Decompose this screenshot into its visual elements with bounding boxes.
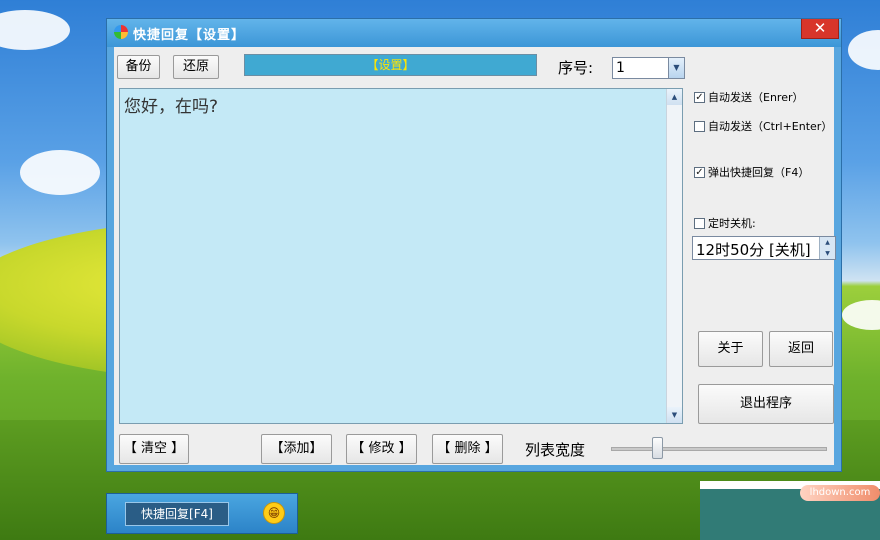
cloud: [20, 150, 100, 195]
spinner-buttons: ▲ ▼: [819, 237, 835, 259]
auto-send-ctrl-enter-checkbox[interactable]: 自动发送（Ctrl+Enter）: [694, 118, 832, 134]
timed-shutdown-label: 定时关机:: [708, 217, 756, 230]
auto-send-enter-checkbox[interactable]: ✓ 自动发送（Enrer）: [694, 89, 804, 105]
restore-button[interactable]: 还原: [173, 55, 219, 79]
seq-label: 序号:: [558, 59, 594, 77]
auto-send-ctrl-enter-label: 自动发送（Ctrl+Enter）: [708, 120, 833, 133]
window-title: 快捷回复【设置】: [133, 28, 246, 43]
quick-reply-task-button[interactable]: 快捷回复[F4]: [125, 502, 229, 526]
checkbox-checked-icon: ✓: [694, 91, 705, 103]
app-icon: [114, 25, 128, 39]
delete-button[interactable]: 【 删除 】: [432, 434, 503, 464]
add-button[interactable]: 【添加】: [261, 434, 332, 464]
cloud: [848, 30, 880, 70]
taskbar-widget: 快捷回复[F4] 😁: [106, 493, 298, 534]
scroll-up-icon[interactable]: ▲: [667, 89, 682, 105]
checkbox-checked-icon: ✓: [694, 166, 705, 178]
checkbox-unchecked-icon: [694, 217, 705, 229]
auto-send-enter-label: 自动发送（Enrer）: [708, 91, 804, 104]
close-button[interactable]: ✕: [801, 19, 839, 39]
seq-value: 1: [616, 60, 625, 76]
list-width-slider-handle[interactable]: [652, 437, 663, 459]
smiley-icon[interactable]: 😁: [263, 502, 285, 524]
popup-quick-reply-label: 弹出快捷回复（F4）: [708, 166, 810, 179]
reply-text-area[interactable]: 您好，在吗? ▲ ▼: [119, 88, 683, 424]
list-width-label: 列表宽度: [525, 441, 586, 459]
backup-button[interactable]: 备份: [117, 55, 160, 79]
watermark: lhdown.com: [700, 481, 880, 540]
quick-reply-window: 快捷回复【设置】 ✕ 备份 还原 【设置】 序号: 1 ▼ 您好，在吗? ▲ ▼…: [106, 18, 842, 472]
back-button[interactable]: 返回: [769, 331, 833, 367]
seq-select[interactable]: 1 ▼: [612, 57, 685, 79]
shutdown-time-value: 12时50分 [关机]: [696, 241, 811, 259]
chevron-down-icon[interactable]: ▼: [668, 58, 684, 78]
edit-button[interactable]: 【 修改 】: [346, 434, 417, 464]
list-width-slider-track[interactable]: [611, 447, 827, 451]
cloud: [842, 300, 880, 330]
window-client-area: 备份 还原 【设置】 序号: 1 ▼ 您好，在吗? ▲ ▼ ✓ 自动发送（Enr…: [114, 47, 836, 465]
reply-text: 您好，在吗?: [124, 97, 219, 117]
settings-banner: 【设置】: [244, 54, 537, 76]
cloud: [0, 10, 70, 50]
timed-shutdown-checkbox[interactable]: 定时关机:: [694, 215, 756, 231]
spin-up-icon[interactable]: ▲: [820, 237, 835, 248]
popup-quick-reply-checkbox[interactable]: ✓ 弹出快捷回复（F4）: [694, 164, 809, 180]
spin-down-icon[interactable]: ▼: [820, 248, 835, 259]
exit-button[interactable]: 退出程序: [698, 384, 834, 424]
title-bar[interactable]: 快捷回复【设置】: [107, 19, 841, 47]
checkbox-unchecked-icon: [694, 120, 705, 132]
clear-button[interactable]: 【 清空 】: [119, 434, 189, 464]
watermark-text: lhdown.com: [800, 485, 880, 501]
scroll-down-icon[interactable]: ▼: [667, 407, 682, 423]
shutdown-time-spinner[interactable]: 12时50分 [关机] ▲ ▼: [692, 236, 836, 260]
about-button[interactable]: 关于: [698, 331, 763, 367]
vertical-scrollbar[interactable]: ▲ ▼: [666, 89, 682, 423]
